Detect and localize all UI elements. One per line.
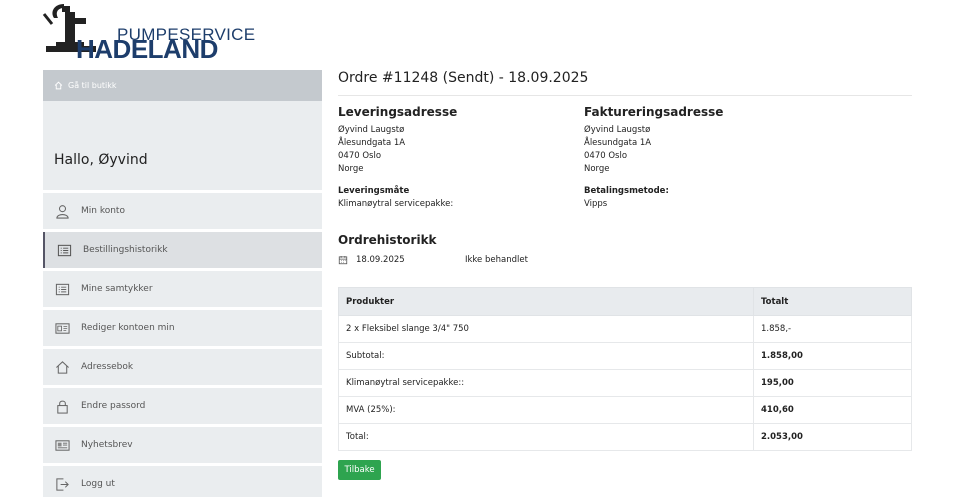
go-to-shop-label: Gå til butikk — [68, 81, 117, 90]
sidebar-item-label: Nyhetsbrev — [81, 440, 133, 450]
sidebar-item-label: Bestillingshistorikk — [83, 245, 168, 255]
billing-line: Ålesundgata 1A — [584, 138, 652, 148]
title-divider — [338, 95, 912, 96]
payment-method-label: Betalingsmetode: — [584, 186, 669, 196]
home-icon — [54, 81, 63, 90]
table-row: 2 x Fleksibel slange 3/4" 750 1.858,- — [338, 315, 912, 343]
shipping-line: Norge — [338, 164, 364, 174]
order-history-date: 18.09.2025 — [356, 255, 405, 265]
table-row: Subtotal: 1.858,00 — [338, 342, 912, 370]
shipping-line: Ålesundgata 1A — [338, 138, 406, 148]
sidebar-item-label: Logg ut — [81, 479, 115, 489]
payment-method-value: Vipps — [584, 199, 608, 209]
sidebar-item-label: Mine samtykker — [81, 284, 153, 294]
billing-line: 0470 Oslo — [584, 151, 628, 161]
greeting-text: Hallo, Øyvind — [54, 152, 148, 168]
billing-line: Øyvind Laugstø — [584, 125, 651, 135]
id-card-icon — [54, 322, 70, 334]
table-row: Total: 2.053,00 — [338, 423, 912, 451]
row-label: Subtotal: — [338, 342, 754, 370]
newspaper-icon — [54, 439, 70, 451]
sidebar-item-logg-ut[interactable]: Logg ut — [43, 466, 322, 497]
shipping-method-value: Klimanøytral servicepakke: — [338, 199, 454, 209]
row-value: 2.053,00 — [753, 423, 912, 451]
sidebar-item-label: Rediger kontoen min — [81, 323, 175, 333]
page-title: Ordre #11248 (Sendt) - 18.09.2025 — [338, 70, 589, 86]
table-header-row: Produkter Totalt — [338, 287, 912, 316]
row-label: MVA (25%): — [338, 396, 754, 424]
row-label: Total: — [338, 423, 754, 451]
sidebar-item-min-konto[interactable]: Min konto — [43, 193, 322, 229]
list-icon — [57, 244, 71, 256]
lock-icon — [56, 400, 68, 414]
billing-heading: Faktureringsadresse — [584, 105, 724, 119]
calendar-icon — [338, 255, 348, 265]
sidebar-item-label: Endre passord — [81, 401, 146, 411]
row-value: 195,00 — [753, 369, 912, 397]
shipping-address-block: Leveringsadresse Øyvind Laugstø Ålesundg… — [338, 105, 568, 211]
row-value: 1.858,- — [753, 315, 912, 343]
brand-bottom-text: HADELAND — [76, 34, 218, 64]
row-label: Klimanøytral servicepakke:: — [338, 369, 754, 397]
sidebar-item-label: Min konto — [81, 206, 125, 216]
sidebar-item-label: Adressebok — [81, 362, 134, 372]
shipping-line: 0470 Oslo — [338, 151, 382, 161]
table-row: MVA (25%): 410,60 — [338, 396, 912, 424]
home-icon — [55, 360, 69, 374]
order-details: Ordre #11248 (Sendt) - 18.09.2025 Leveri… — [338, 70, 912, 480]
site-logo[interactable]: PUMPESERVICE HADELAND — [42, 2, 255, 64]
row-value: 410,60 — [753, 396, 912, 424]
shipping-method-label: Leveringsmåte — [338, 186, 410, 196]
sidebar-item-nyhetsbrev[interactable]: Nyhetsbrev — [43, 427, 322, 463]
column-header-products: Produkter — [338, 287, 754, 316]
greeting-box: Hallo, Øyvind — [43, 101, 322, 190]
back-button[interactable]: Tilbake — [338, 460, 381, 480]
order-history-row: 18.09.2025 Ikke behandlet — [338, 255, 528, 265]
row-value: 1.858,00 — [753, 342, 912, 370]
sidebar-item-bestillingshistorikk[interactable]: Bestillingshistorikk — [43, 232, 322, 268]
sidebar-item-adressebok[interactable]: Adressebok — [43, 349, 322, 385]
shipping-heading: Leveringsadresse — [338, 105, 458, 119]
sidebar-item-mine-samtykker[interactable]: Mine samtykker — [43, 271, 322, 307]
billing-address-block: Faktureringsadresse Øyvind Laugstø Ålesu… — [584, 105, 814, 211]
table-row: Klimanøytral servicepakke:: 195,00 — [338, 369, 912, 397]
billing-line: Norge — [584, 164, 610, 174]
go-to-shop-link[interactable]: Gå til butikk — [43, 70, 322, 101]
account-sidebar: Gå til butikk Hallo, Øyvind Min konto Be… — [43, 70, 322, 497]
column-header-total: Totalt — [753, 287, 912, 316]
sidebar-item-rediger-kontoen[interactable]: Rediger kontoen min — [43, 310, 322, 346]
order-history-heading: Ordrehistorikk — [338, 233, 437, 247]
logout-icon — [55, 477, 69, 491]
order-products-table: Produkter Totalt 2 x Fleksibel slange 3/… — [338, 287, 912, 451]
row-label: 2 x Fleksibel slange 3/4" 750 — [338, 315, 754, 343]
shipping-line: Øyvind Laugstø — [338, 125, 405, 135]
order-history-status: Ikke behandlet — [465, 255, 528, 265]
list-icon — [55, 283, 69, 295]
user-icon — [55, 204, 69, 219]
sidebar-item-endre-passord[interactable]: Endre passord — [43, 388, 322, 424]
